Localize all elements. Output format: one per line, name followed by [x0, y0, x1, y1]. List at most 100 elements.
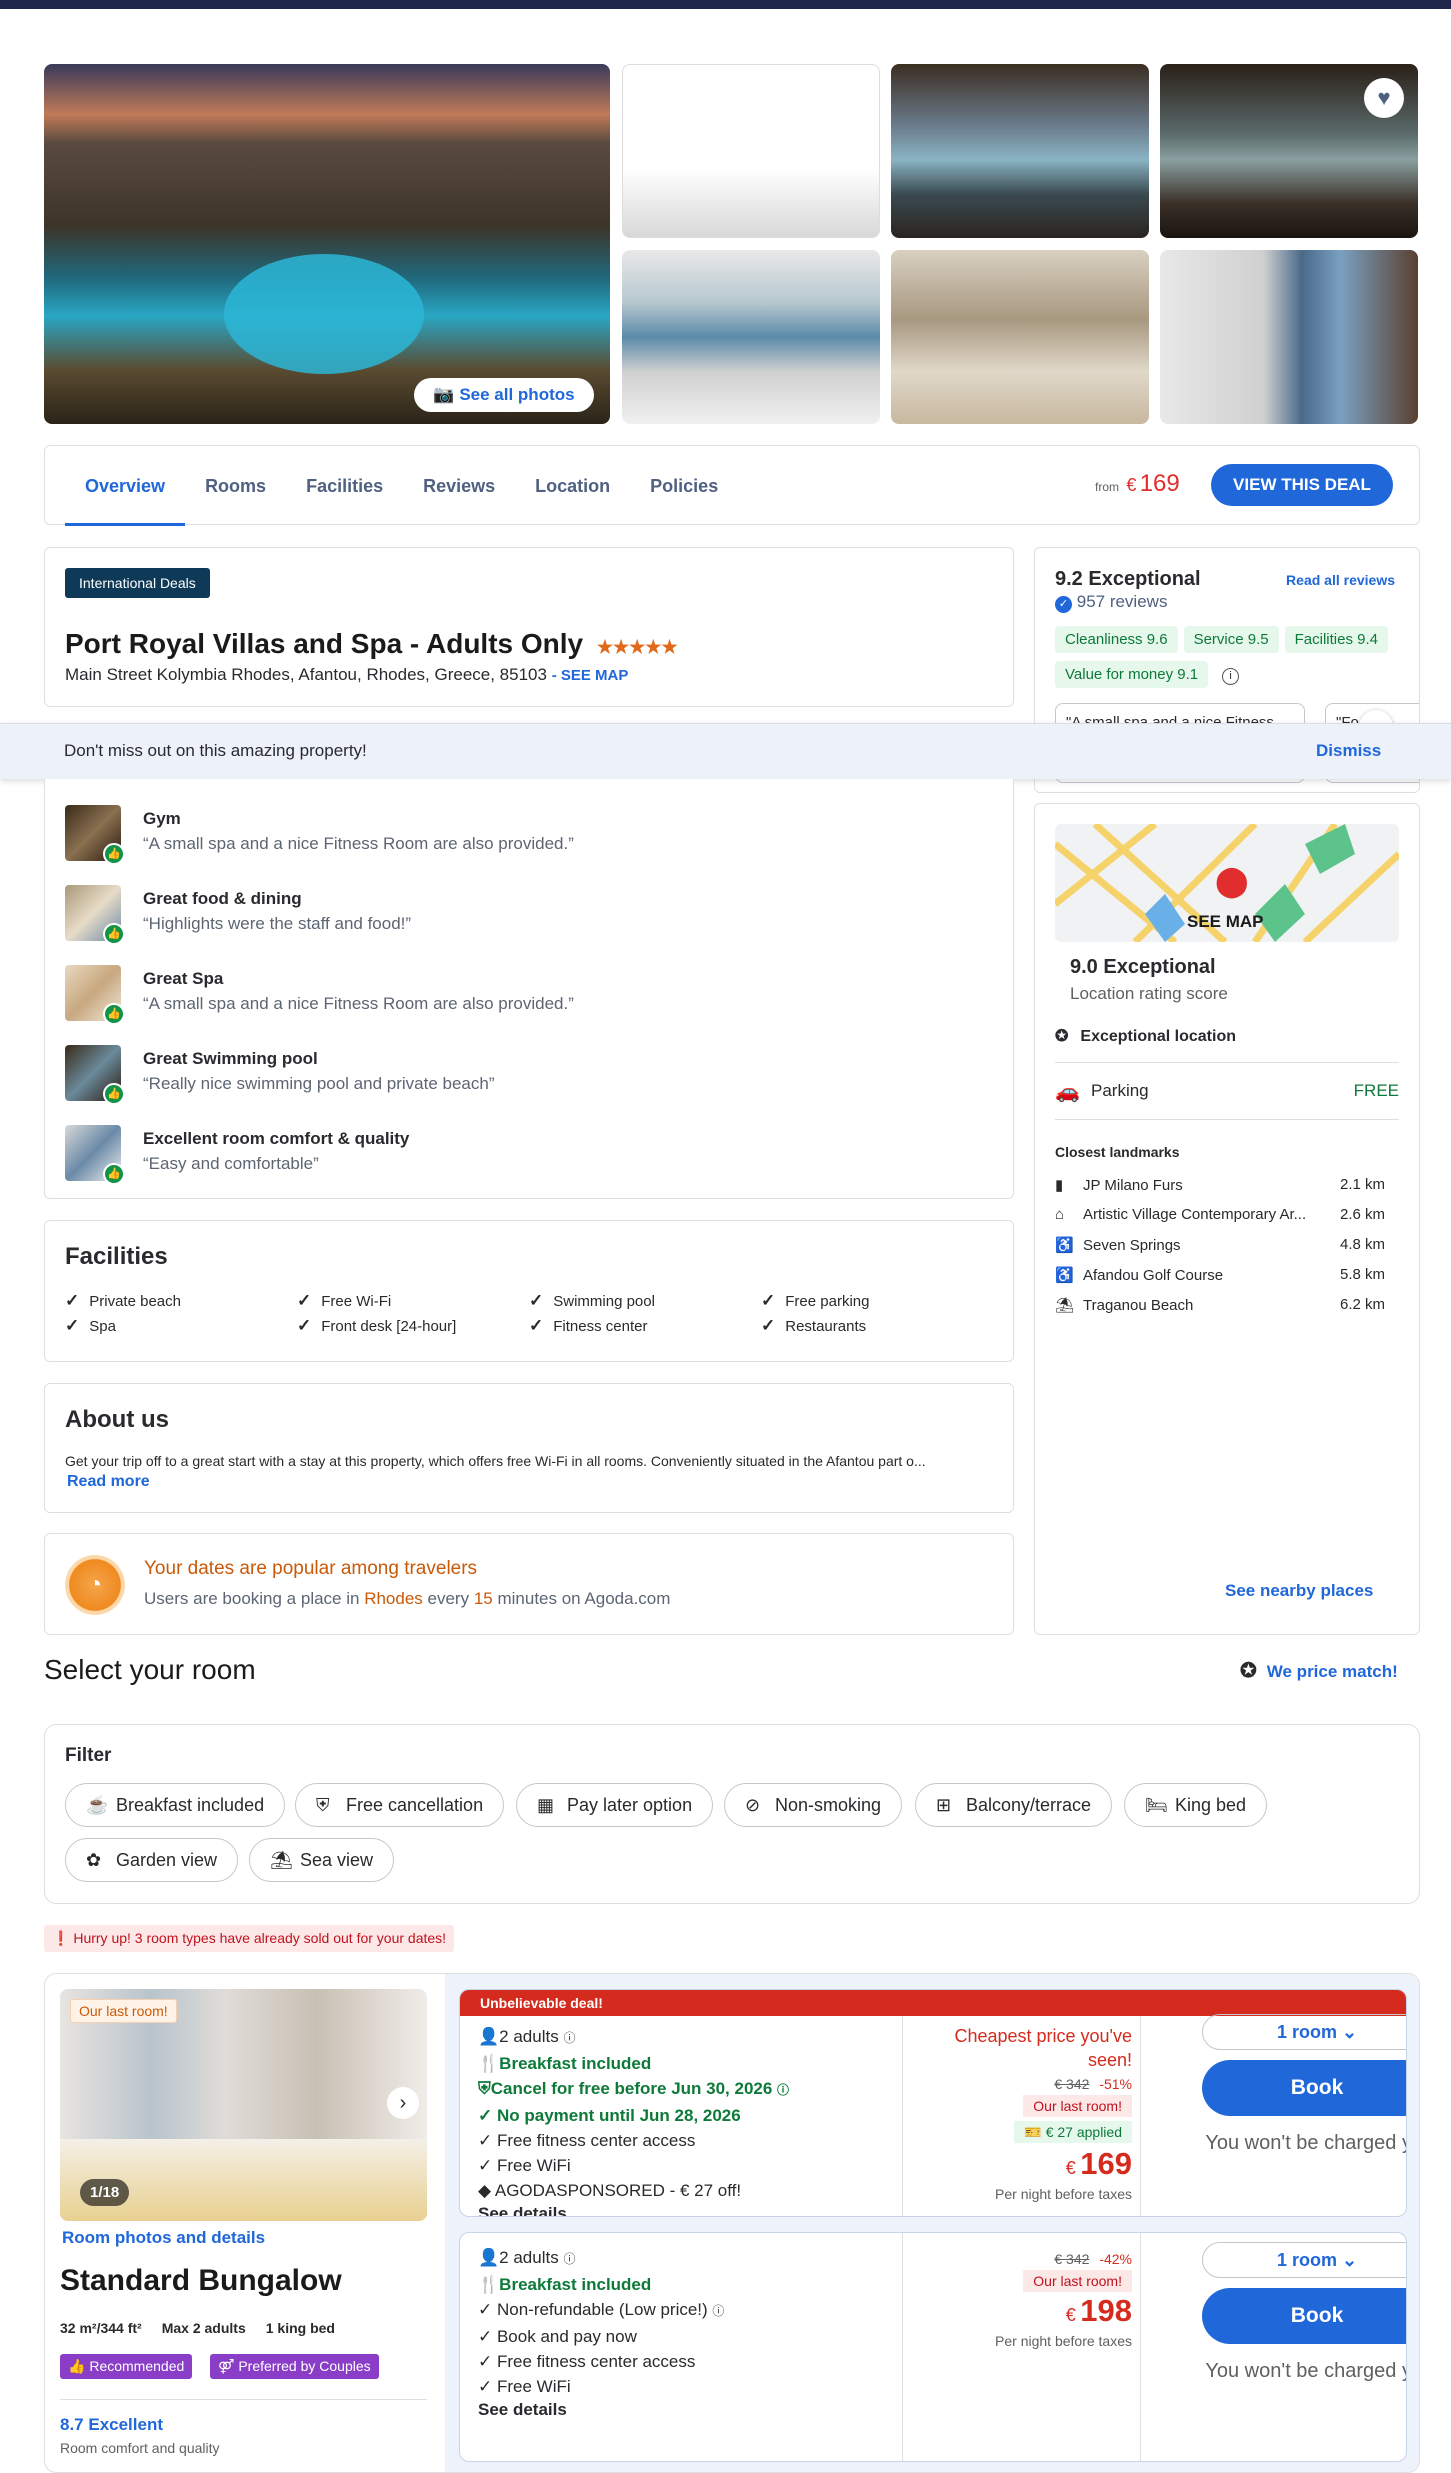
facility-item: Private beach	[65, 1291, 181, 1311]
facility-item: Free parking	[761, 1291, 869, 1311]
car-icon: 🚗	[1055, 1081, 1080, 1103]
read-all-reviews-link[interactable]: Read all reviews	[1286, 572, 1395, 588]
map-thumbnail[interactable]: ⬤ SEE MAP	[1055, 824, 1399, 942]
feature-no-payment: ✓ No payment until Jun 28, 2026	[478, 2106, 741, 2125]
see-details-link[interactable]: See details	[478, 2203, 789, 2216]
coffee-icon: ☕	[86, 1795, 109, 1815]
camera-icon: 📷	[433, 385, 455, 404]
museum-icon: ⌂	[1055, 1206, 1065, 1223]
filter-king-bed[interactable]: 🛏 King bed	[1124, 1783, 1268, 1827]
filter-pay-later[interactable]: ▦ Pay later option	[516, 1783, 714, 1827]
tab-reviews[interactable]: Reviews	[403, 446, 515, 526]
room-count-select[interactable]: 1 room ⌄	[1202, 2014, 1406, 2050]
shield-icon: ⛨	[316, 1795, 330, 1815]
offer-1-features: 👤2 adults ⓘ 🍴Breakfast included ⛨Cancel …	[478, 2024, 789, 2216]
book-button[interactable]: Book	[1202, 2288, 1406, 2344]
tab-facilities[interactable]: Facilities	[286, 446, 403, 526]
see-nearby-places-link[interactable]: See nearby places	[1225, 1581, 1373, 1601]
facility-item: Swimming pool	[529, 1291, 655, 1311]
beach-icon: ⛱	[1055, 1297, 1075, 1314]
unbelievable-deal-ribbon: Unbelievable deal!	[460, 1990, 1406, 2016]
feature-breakfast: 🍴Breakfast included	[478, 2275, 652, 2294]
photo-6[interactable]	[891, 250, 1149, 424]
price-row: € 198	[1065, 2293, 1132, 2328]
room-specs: 32 m²/344 ft² Max 2 adults 1 king bed	[60, 2320, 335, 2336]
check-icon: ✓	[478, 2106, 497, 2125]
filter-free-cancellation[interactable]: ⛨ Free cancellation	[295, 1783, 505, 1827]
hurry-badge: ❗ Hurry up! 3 room types have already so…	[44, 1925, 455, 1952]
room-card: Our last room! › 1/18 Room photos and de…	[44, 1973, 1420, 2473]
exceptional-location: ✪ Exceptional location	[1055, 1028, 1236, 1045]
photo-5[interactable]	[622, 250, 880, 424]
price-row: € 169	[1065, 2146, 1132, 2181]
thumbs-up-icon: 👍	[103, 1163, 125, 1185]
adults-row: 👤2 adults ⓘ	[478, 2027, 576, 2046]
filter-garden-view[interactable]: ✿ Garden view	[65, 1838, 239, 1882]
photo-7[interactable]	[1160, 250, 1418, 424]
info-icon[interactable]: ⓘ	[712, 2304, 724, 2318]
top-bar	[0, 0, 1451, 9]
book-button[interactable]: Book	[1202, 2060, 1406, 2116]
international-deals-badge: International Deals	[65, 568, 210, 598]
no-smoking-icon: ⊘	[745, 1795, 761, 1815]
offer-1-pricing: Cheapest price you've seen! € 342 -51% O…	[912, 2024, 1132, 2202]
filter-balcony[interactable]: ⊞ Balcony/terrace	[915, 1783, 1113, 1827]
dismiss-button[interactable]: Dismiss	[1316, 741, 1381, 761]
read-more-link[interactable]: Read more	[67, 1473, 150, 1491]
next-photo-icon[interactable]: ›	[387, 2087, 419, 2119]
review-count: ✓ 957 reviews	[1055, 592, 1167, 613]
popular-title: Your dates are popular among travelers	[144, 1558, 478, 1579]
info-icon[interactable]: ⓘ	[563, 2031, 575, 2045]
highlights-card: 👍 Gym “A small spa and a nice Fitness Ro…	[44, 779, 1014, 1199]
last-room-row: Our last room!	[912, 2270, 1132, 2292]
photo-counter: 1/18	[80, 2179, 130, 2206]
parking-value: FREE	[1353, 1081, 1399, 1100]
see-map-link[interactable]: - SEE MAP	[552, 667, 629, 684]
photo-4[interactable]: ♥	[1160, 64, 1418, 238]
room-photo[interactable]: Our last room! › 1/18	[60, 1989, 427, 2221]
coupon-icon: 🎫	[1024, 2124, 1042, 2140]
filter-breakfast[interactable]: ☕ Breakfast included	[65, 1783, 286, 1827]
view-deal-button[interactable]: VIEW THIS DEAL	[1211, 464, 1393, 506]
filter-title: Filter	[65, 1745, 112, 1766]
room-photos-link[interactable]: Room photos and details	[62, 2228, 265, 2248]
person-icon: 👤	[478, 2027, 500, 2046]
thumbs-up-icon: 👍	[103, 923, 125, 945]
photo-2[interactable]	[622, 64, 880, 238]
feature-book-pay-now: ✓ Book and pay now	[478, 2327, 637, 2346]
chip-facilities: Facilities 9.4	[1284, 626, 1388, 653]
chip-value: Value for money 9.1	[1055, 661, 1209, 688]
landmarks-title: Closest landmarks	[1055, 1144, 1180, 1160]
no-charge-note: You won't be charged yet	[1205, 2360, 1407, 2382]
coupon-row: 🎫 € 27 applied	[912, 2121, 1132, 2143]
highlight-gym: 👍 Gym “A small spa and a nice Fitness Ro…	[65, 799, 965, 869]
map-see-map[interactable]: SEE MAP	[1187, 912, 1264, 932]
check-icon: ✓	[478, 2300, 497, 2319]
thumbs-up-icon: 👍	[103, 843, 125, 865]
info-icon[interactable]: ⓘ	[777, 2083, 789, 2097]
feature-breakfast: 🍴Breakfast included	[478, 2054, 652, 2073]
tab-policies[interactable]: Policies	[630, 446, 738, 526]
couples-tag: ⚤ Preferred by Couples	[210, 2354, 379, 2379]
offer-divider	[902, 2233, 903, 2461]
check-icon: ✓	[478, 2156, 497, 2175]
hotel-address: Main Street Kolymbia Rhodes, Afantou, Rh…	[65, 665, 629, 684]
tab-rooms[interactable]: Rooms	[185, 446, 286, 526]
info-icon[interactable]: i	[1222, 668, 1240, 685]
favorite-heart-icon[interactable]: ♥	[1364, 78, 1404, 118]
main-photo[interactable]: 📷 See all photos	[44, 64, 610, 424]
room-count-select[interactable]: 1 room ⌄	[1202, 2242, 1406, 2278]
info-icon[interactable]: ⓘ	[563, 2252, 575, 2266]
thumbs-up-icon: 👍	[103, 1003, 125, 1025]
see-details-link[interactable]: See details	[478, 2399, 724, 2421]
per-night: Per night before taxes	[995, 2333, 1132, 2349]
price-match-link[interactable]: ✪ We price match!	[1240, 1658, 1398, 1683]
filter-card: Filter ☕ Breakfast included ⛨ Free cancell…	[44, 1724, 1420, 1904]
tab-overview[interactable]: Overview	[65, 446, 186, 526]
filter-sea-view[interactable]: ⛱ Sea view	[249, 1838, 395, 1882]
see-all-photos-button[interactable]: 📷 See all photos	[414, 378, 594, 412]
discount-row: € 342 -51%	[1054, 2076, 1132, 2092]
filter-non-smoking[interactable]: ⊘ Non-smoking	[724, 1783, 903, 1827]
tab-location[interactable]: Location	[515, 446, 630, 526]
photo-3[interactable]	[891, 64, 1149, 238]
